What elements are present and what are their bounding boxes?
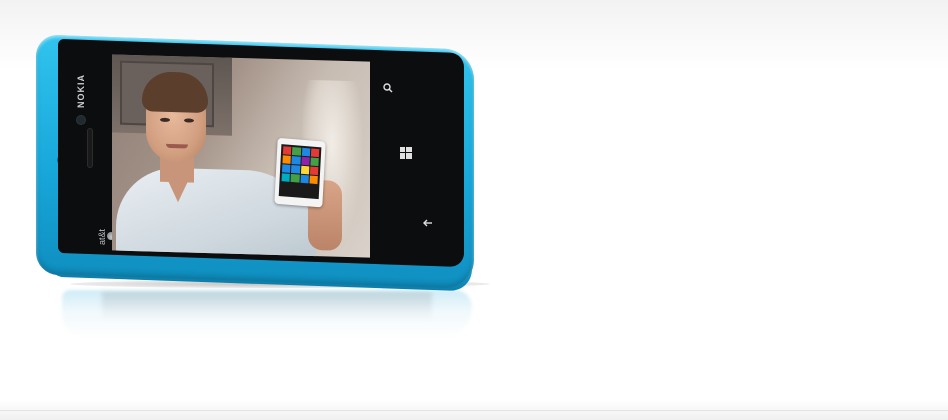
search-button[interactable] (380, 80, 396, 96)
held-phone (274, 137, 326, 208)
start-tile (290, 173, 300, 183)
windows-icon (400, 147, 412, 159)
start-tile (281, 173, 291, 182)
start-tile (310, 157, 319, 167)
start-button[interactable] (398, 145, 414, 161)
start-tile (281, 164, 291, 173)
back-button[interactable] (420, 215, 436, 231)
start-tile (292, 147, 301, 156)
start-tile (301, 147, 311, 157)
start-tile (309, 175, 318, 185)
start-tile (300, 165, 310, 175)
person-collar (162, 167, 194, 203)
carrier-text: at&t (97, 228, 107, 245)
start-tile (300, 156, 310, 166)
start-tile (291, 155, 301, 165)
start-tile (309, 166, 319, 176)
start-tile (282, 155, 292, 164)
person-mouth (166, 143, 188, 149)
phone-screen (112, 54, 370, 258)
brand-logo: NOKIA (76, 74, 86, 108)
screen-reflection (102, 292, 432, 320)
start-tile (310, 148, 320, 158)
search-icon (383, 83, 393, 93)
back-arrow-icon (423, 219, 432, 227)
bottom-divider (0, 410, 948, 411)
start-tile (299, 174, 309, 184)
person-eye-left (160, 117, 170, 123)
person-eye-right (184, 118, 194, 123)
held-phone-start-screen (278, 144, 322, 200)
front-camera (77, 116, 85, 124)
start-tile (291, 164, 300, 174)
earpiece-speaker (87, 128, 93, 168)
start-tile (282, 146, 292, 155)
